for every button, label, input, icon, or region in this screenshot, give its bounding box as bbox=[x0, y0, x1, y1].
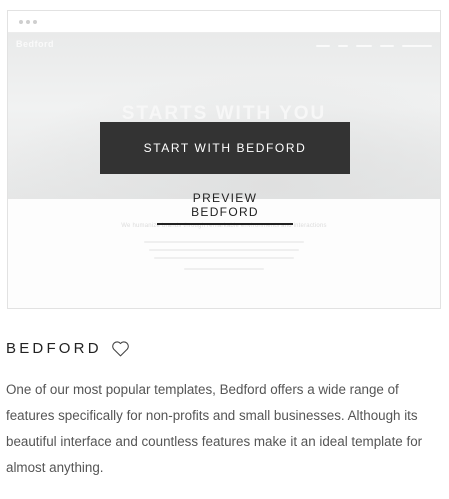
preview-logo: Bedford bbox=[16, 39, 54, 49]
window-dot bbox=[26, 20, 30, 24]
heart-icon[interactable] bbox=[111, 340, 130, 357]
preview-nav bbox=[316, 45, 432, 47]
window-dot bbox=[19, 20, 23, 24]
start-with-template-button[interactable]: START WITH BEDFORD bbox=[100, 122, 350, 174]
preview-text-line bbox=[184, 268, 264, 270]
template-name: BEDFORD bbox=[6, 340, 102, 357]
preview-text-line bbox=[149, 249, 299, 251]
preview-text-line bbox=[144, 241, 304, 243]
template-description: One of our most popular templates, Bedfo… bbox=[6, 382, 423, 475]
preview-body: We humanize brands through remarkable en… bbox=[8, 223, 440, 270]
template-title-row: BEDFORD bbox=[6, 340, 130, 357]
window-dot bbox=[33, 20, 37, 24]
preview-text-line bbox=[154, 257, 294, 259]
preview-hero: Bedford STARTS WITH YOU bbox=[8, 33, 440, 199]
preview-template-link[interactable]: PREVIEW BEDFORD bbox=[157, 191, 293, 225]
browser-chrome-bar bbox=[8, 11, 440, 33]
